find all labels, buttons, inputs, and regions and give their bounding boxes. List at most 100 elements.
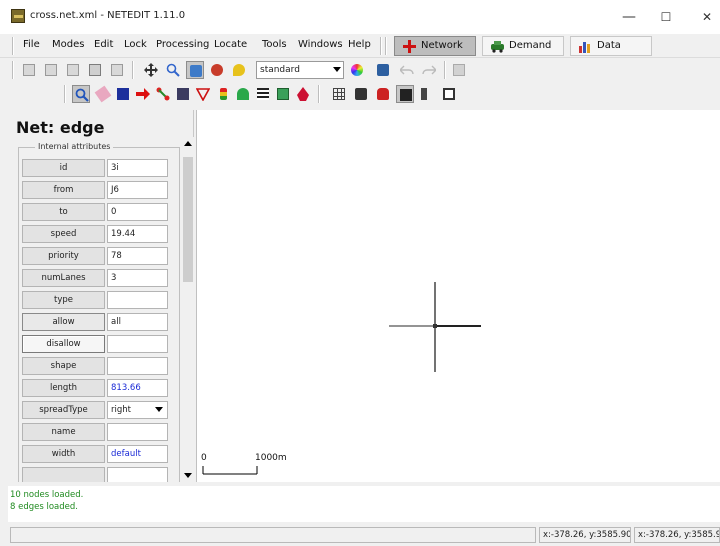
save-all-button[interactable] [108,61,126,79]
save-network-button[interactable] [86,61,104,79]
toggle-autoselect-button[interactable] [418,85,436,103]
menu-help[interactable]: Help [348,39,371,50]
attribute-label-priority: priority [22,247,105,265]
menu-windows[interactable]: Windows [298,39,343,50]
toggle-draw-junction-button[interactable] [352,85,370,103]
scrollbar-thumb[interactable] [183,157,193,282]
toggle-vehicle-button[interactable] [374,85,392,103]
attribute-input-shape[interactable] [107,357,168,375]
attribute-row-id: id 3i [22,159,174,177]
attribute-input-partial[interactable] [107,467,168,482]
attribute-input-speed[interactable]: 19.44 [107,225,168,243]
demand-icon [491,41,504,53]
attribute-input-to[interactable]: 0 [107,203,168,221]
network-view-canvas[interactable]: 0 1000m [196,110,720,482]
attribute-input-name[interactable] [107,423,168,441]
menu-tools[interactable]: Tools [262,39,287,50]
status-bar: x:-378.26, y:3585.90 x:-378.26, y:3585.9… [0,524,720,546]
prohibition-triangle-icon [196,88,210,101]
open-network-button[interactable] [42,61,60,79]
shape-mode-button[interactable] [294,85,312,103]
toggle-hide-connections-button[interactable] [440,85,458,103]
new-network-button[interactable] [20,61,38,79]
connection-mode-button[interactable] [174,85,192,103]
demand-supermode-button[interactable]: Demand [482,36,564,56]
menu-edit[interactable]: Edit [94,39,113,50]
geo-coordinates-field: x:-378.26, y:3585.90 [634,527,720,543]
attribute-panel-scrollbar[interactable] [181,137,195,482]
inspect-magnifier-icon [75,88,89,102]
edge-locate-icon [211,64,223,76]
menu-file[interactable]: File [23,39,40,50]
chevron-down-icon [333,67,341,72]
menu-locate[interactable]: Locate [214,39,247,50]
scroll-down-arrow-icon[interactable] [184,473,192,478]
compute-icon [453,64,465,76]
allow-button[interactable]: allow [22,313,105,331]
redo-icon [422,65,436,75]
data-supermode-button[interactable]: Data [570,36,652,56]
create-edge-icon [156,87,170,101]
edit-visualization-button[interactable] [348,61,366,79]
prohibition-mode-button[interactable] [194,85,212,103]
attribute-input-width[interactable]: default [107,445,168,463]
create-edge-mode-button[interactable] [154,85,172,103]
attribute-input-length[interactable]: 813.66 [107,379,168,397]
save-all-icon [111,64,123,76]
additional-mode-button[interactable] [234,85,252,103]
attribute-input-id[interactable]: 3i [107,159,168,177]
attribute-row-allow: allow all [22,313,174,331]
visualization-scheme-select[interactable]: standard [256,61,344,79]
menu-modes[interactable]: Modes [52,39,84,50]
delete-mode-button[interactable] [94,85,112,103]
undo-button[interactable] [398,61,416,79]
redo-button[interactable] [420,61,438,79]
attribute-input-allow[interactable]: all [107,313,168,331]
disallow-button[interactable]: disallow [22,335,105,353]
attribute-input-numlanes[interactable]: 3 [107,269,168,287]
locate-edge-button[interactable] [208,61,226,79]
attribute-input-disallow[interactable] [107,335,168,353]
attribute-input-priority[interactable]: 78 [107,247,168,265]
screenshot-button[interactable] [374,61,392,79]
scroll-up-arrow-icon[interactable] [184,141,192,146]
menu-lock[interactable]: Lock [124,39,147,50]
close-button[interactable]: ✕ [692,7,720,27]
attribute-input-type[interactable] [107,291,168,309]
eraser-icon [94,85,112,103]
attribute-input-from[interactable]: J6 [107,181,168,199]
toggle-spread-lanes-button[interactable] [396,85,414,103]
taz-mode-button[interactable] [274,85,292,103]
demand-supermode-label: Demand [509,40,552,51]
menu-processing[interactable]: Processing [156,39,209,50]
grid-toggle-button[interactable] [330,85,348,103]
center-junction[interactable] [433,324,437,328]
minimize-button[interactable]: — [614,7,644,27]
reload-button[interactable] [64,61,82,79]
locate-poi-button[interactable] [230,61,248,79]
attribute-row-from: from J6 [22,181,174,199]
open-file-icon [45,64,57,76]
spreadtype-select[interactable]: right [107,401,168,419]
crossing-mode-button[interactable] [254,85,272,103]
zoom-button[interactable] [164,61,182,79]
message-window: 10 nodes loaded. 8 edges loaded. [8,486,720,522]
locate-junction-button[interactable] [186,61,204,79]
modes-toolbar [0,82,720,106]
toolbar-grip [64,85,66,103]
scale-start-label: 0 [201,453,207,463]
move-mode-button[interactable] [134,85,152,103]
traffic-light-mode-button[interactable] [214,85,232,103]
recenter-view-button[interactable] [142,61,160,79]
maximize-button[interactable]: ☐ [651,7,681,27]
compute-network-button[interactable] [450,61,468,79]
network-supermode-button[interactable]: Network [394,36,476,56]
toolbar-grip [318,85,320,103]
inspect-mode-button[interactable] [72,85,90,103]
status-message-field [10,527,536,543]
message-line: 8 edges loaded. [10,502,78,512]
select-mode-button[interactable] [114,85,132,103]
attribute-row-type: type [22,291,174,309]
attribute-label-id: id [22,159,105,177]
spread-lanes-icon [400,89,412,101]
